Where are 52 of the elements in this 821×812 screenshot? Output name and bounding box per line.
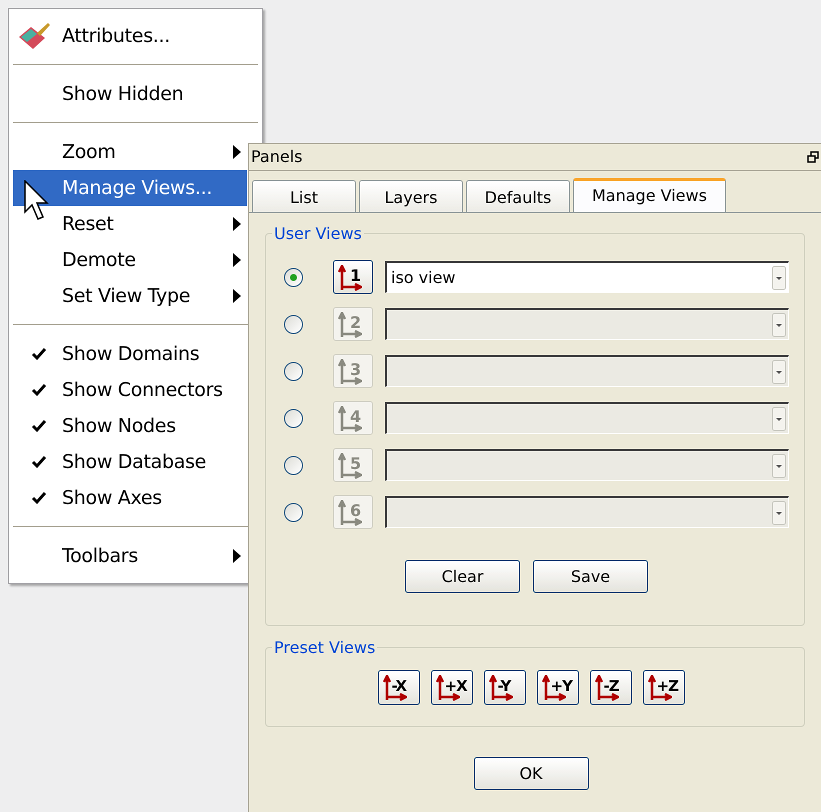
action-button[interactable]: Save — [533, 560, 648, 593]
axes-icon — [488, 674, 512, 700]
submenu-arrow-icon — [233, 253, 241, 267]
preset-view-button[interactable]: +Z — [642, 670, 684, 704]
radio-button[interactable] — [284, 268, 303, 286]
menu-item[interactable]: Show Nodes — [13, 408, 247, 444]
menu-item[interactable]: Show Connectors — [13, 372, 247, 408]
axes-icon — [338, 359, 362, 385]
window-title: Panels — [251, 146, 302, 168]
restore-icon[interactable] — [807, 151, 819, 163]
menu-item[interactable]: Show Domains — [13, 336, 247, 372]
mouse-pointer-icon — [24, 180, 50, 222]
action-button[interactable]: Clear — [405, 560, 520, 593]
axes-icon — [382, 674, 406, 700]
menu-item[interactable]: Show Axes — [13, 480, 247, 516]
ok-button[interactable]: OK — [474, 757, 588, 790]
menu-item[interactable]: Demote — [13, 242, 247, 278]
menu-item[interactable]: Zoom — [13, 134, 247, 170]
preset-view-button[interactable]: -Y — [484, 670, 526, 704]
menu-item[interactable]: Toolbars — [13, 538, 247, 574]
menu-item[interactable]: Manage Views... — [13, 170, 247, 206]
axes-icon — [338, 312, 362, 338]
axes-icon — [338, 453, 362, 479]
axes-icon — [338, 265, 362, 291]
view-dropdown[interactable] — [385, 308, 789, 340]
submenu-arrow-icon — [233, 549, 241, 563]
menu-item[interactable]: Set View Type — [13, 278, 247, 314]
tab[interactable]: Defaults — [466, 180, 570, 212]
view-dropdown[interactable] — [385, 496, 789, 528]
submenu-arrow-icon — [233, 145, 241, 159]
axes-icon — [338, 500, 362, 526]
preset-view-button[interactable]: +Y — [536, 670, 578, 704]
menu-item[interactable]: Show Database — [13, 444, 247, 480]
preset-view-button[interactable]: -X — [378, 670, 420, 704]
submenu-arrow-icon — [233, 289, 241, 303]
view-dropdown[interactable] — [385, 355, 789, 387]
preset-view-button[interactable]: -Z — [590, 670, 632, 704]
axes-icon — [338, 406, 362, 432]
preset-view-button[interactable]: +X — [430, 670, 472, 704]
view-dropdown[interactable] — [385, 402, 789, 434]
view-dropdown[interactable]: iso view — [385, 261, 789, 293]
menu-item[interactable]: Show Hidden — [13, 76, 247, 112]
menu-item[interactable]: Attributes... — [13, 18, 247, 54]
menu-item[interactable]: Reset — [13, 206, 247, 242]
tab[interactable]: Layers — [359, 180, 463, 212]
view-button[interactable]: 1 — [333, 260, 373, 294]
tab[interactable]: Manage Views — [573, 178, 726, 212]
paint-brush-icon — [17, 21, 51, 51]
submenu-arrow-icon — [233, 217, 241, 231]
view-dropdown[interactable] — [385, 449, 789, 481]
axes-icon — [594, 674, 618, 700]
tab[interactable]: List — [252, 180, 356, 212]
